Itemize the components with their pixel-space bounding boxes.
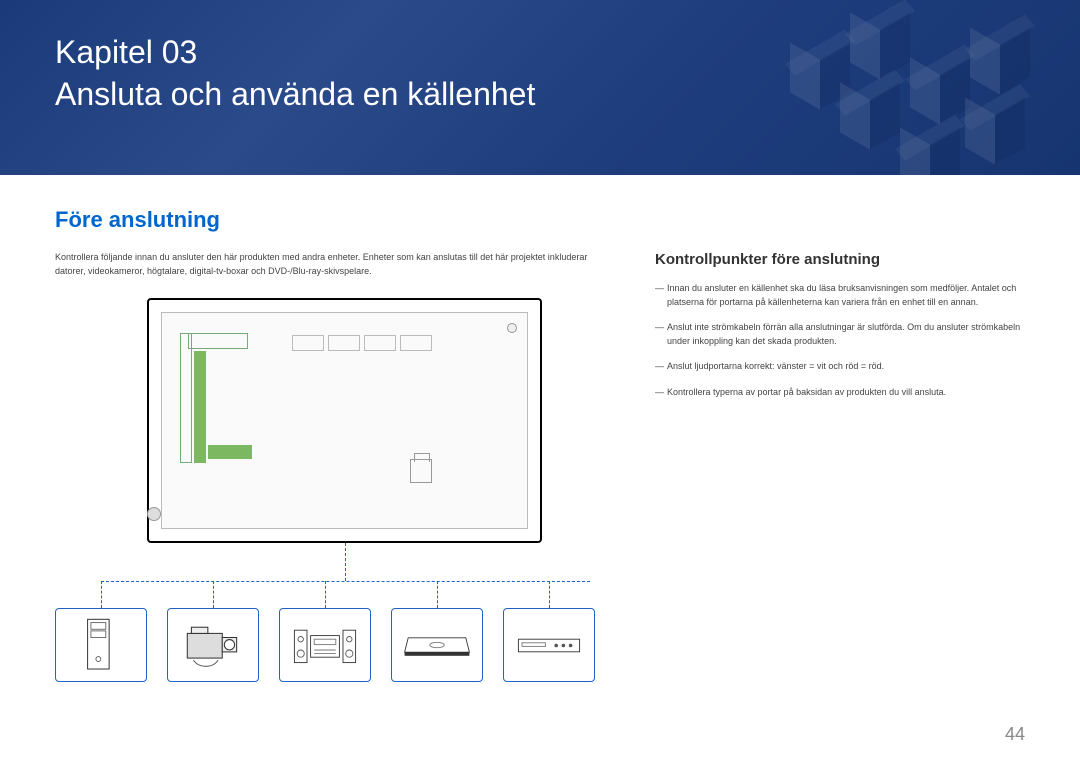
device-hifi bbox=[279, 608, 371, 682]
display-back-panel bbox=[147, 298, 542, 543]
list-item: Kontrollera typerna av portar på baksida… bbox=[655, 386, 1025, 400]
connection-diagram bbox=[55, 298, 615, 678]
device-disc-player bbox=[503, 608, 595, 682]
chapter-heading: Kapitel 03 Ansluta och använda en källen… bbox=[55, 32, 1025, 115]
camcorder-icon bbox=[177, 619, 249, 670]
device-pc bbox=[55, 608, 147, 682]
chapter-banner: Kapitel 03 Ansluta och använda en källen… bbox=[0, 0, 1080, 175]
checkpoints-heading: Kontrollpunkter före anslutning bbox=[655, 251, 1025, 268]
pc-tower-icon bbox=[76, 616, 126, 674]
port-cluster bbox=[180, 333, 252, 463]
device-camcorder bbox=[167, 608, 259, 682]
hifi-system-icon bbox=[289, 623, 361, 668]
list-item: Innan du ansluter en källenhet ska du lä… bbox=[655, 282, 1025, 309]
intro-paragraph: Kontrollera följande innan du ansluter d… bbox=[55, 251, 615, 278]
chapter-number: Kapitel 03 bbox=[55, 34, 197, 70]
settop-box-icon bbox=[401, 627, 473, 663]
chapter-title: Ansluta och använda en källenhet bbox=[55, 76, 535, 112]
list-item: Anslut inte strömkabeln förrän alla ansl… bbox=[655, 321, 1025, 348]
page-number: 44 bbox=[1005, 724, 1025, 745]
section-heading: Före anslutning bbox=[55, 207, 1025, 233]
device-settop bbox=[391, 608, 483, 682]
list-item: Anslut ljudportarna korrekt: vänster = v… bbox=[655, 360, 1025, 374]
device-row bbox=[55, 608, 595, 682]
checkpoints-list: Innan du ansluter en källenhet ska du lä… bbox=[655, 282, 1025, 399]
disc-player-icon bbox=[513, 632, 585, 659]
page-content: Före anslutning Kontrollera följande inn… bbox=[0, 175, 1080, 678]
